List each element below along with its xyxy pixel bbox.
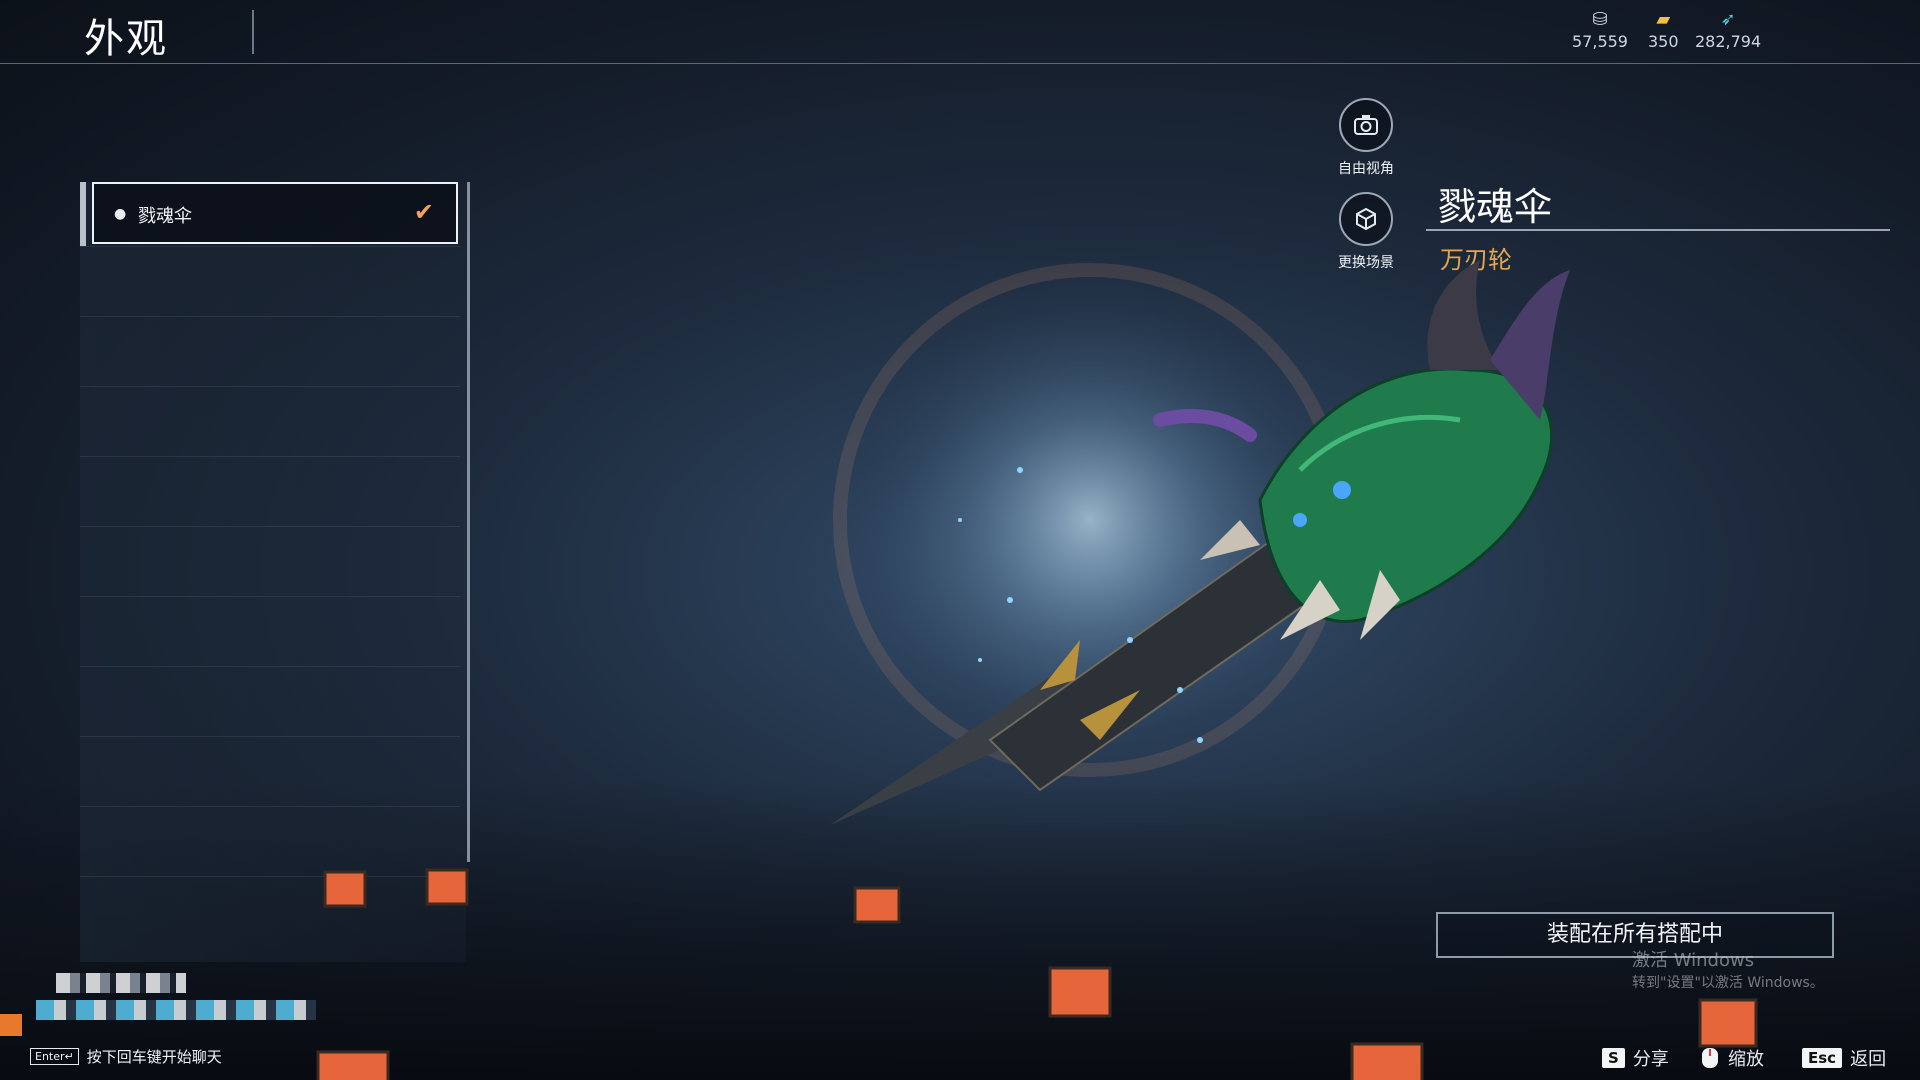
share-hint[interactable]: S 分享	[1602, 1045, 1669, 1071]
quality-drop-icon: ●	[114, 206, 127, 222]
check-icon: ✔	[413, 198, 434, 226]
currency-gold: ▰ 350	[1648, 9, 1679, 52]
page-title: 外观	[84, 16, 168, 62]
pixelated-icon	[0, 1014, 22, 1036]
list-slot-empty	[80, 532, 460, 597]
chat-hint-label: 按下回车键开始聊天	[86, 1048, 222, 1066]
skin-list-scrollbar[interactable]	[467, 182, 470, 862]
free-camera-button[interactable]: 自由视角	[1326, 98, 1406, 178]
top-bar: 外观 ⛁ 57,559 ▰ 350 ➶ 282,794	[0, 0, 1920, 64]
list-slot-empty	[80, 252, 460, 317]
title-divider	[252, 10, 254, 54]
windows-activation-watermark: 激活 Windows	[1632, 950, 1755, 971]
currency-jade: ➶ 282,794	[1695, 9, 1762, 52]
zoom-hint[interactable]: 缩放	[1700, 1045, 1764, 1071]
mouse-icon	[1702, 1048, 1718, 1068]
currency-silver: ⛁ 57,559	[1572, 9, 1628, 52]
list-slot-empty	[80, 602, 460, 667]
chat-hint[interactable]: Enter↵ 按下回车键开始聊天	[30, 1046, 222, 1067]
list-slot-empty	[80, 742, 460, 807]
top-divider-line	[0, 63, 1920, 64]
windows-activation-hint: 转到"设置"以激活 Windows。	[1632, 975, 1824, 991]
back-hint[interactable]: Esc 返回	[1802, 1045, 1886, 1071]
list-slot-empty	[80, 462, 460, 527]
pixelated-player-name	[56, 973, 186, 993]
silver-coin-icon: ⛁	[1592, 9, 1608, 30]
share-label: 分享	[1632, 1049, 1669, 1070]
weapon-preview[interactable]	[780, 220, 1680, 880]
list-slot-empty	[80, 672, 460, 737]
camera-icon	[1339, 98, 1393, 152]
zoom-label: 缩放	[1728, 1049, 1764, 1070]
currency-silver-value: 57,559	[1572, 32, 1628, 51]
gold-ticket-icon: ▰	[1656, 9, 1671, 30]
list-slot-empty	[80, 322, 460, 387]
free-camera-label: 自由视角	[1338, 161, 1394, 177]
list-item[interactable]: ● 戮魂伞 ✔	[80, 182, 460, 247]
esc-key: Esc	[1802, 1048, 1843, 1068]
skin-item-selected[interactable]: ● 戮魂伞 ✔	[92, 182, 458, 244]
skin-list[interactable]: ● 戮魂伞 ✔	[80, 182, 470, 962]
currency-gold-value: 350	[1648, 32, 1679, 51]
share-key: S	[1602, 1048, 1625, 1068]
pixelated-chat-message	[36, 1000, 316, 1020]
jade-feather-icon: ➶	[1720, 9, 1736, 30]
list-slot-empty	[80, 392, 460, 457]
currency-jade-value: 282,794	[1695, 32, 1762, 51]
skin-item-label: 戮魂伞	[138, 206, 192, 227]
back-label: 返回	[1850, 1049, 1887, 1070]
enter-key-icon: Enter↵	[30, 1048, 79, 1065]
